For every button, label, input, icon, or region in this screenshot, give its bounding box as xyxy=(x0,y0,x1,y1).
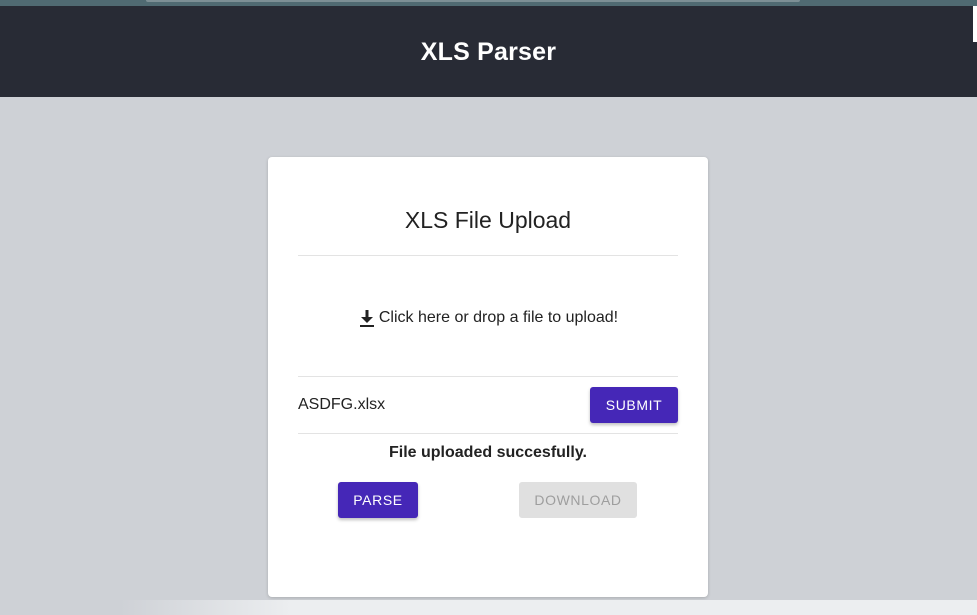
browser-tab-edge xyxy=(146,0,800,2)
divider xyxy=(298,433,678,434)
dropzone-label: Click here or drop a file to upload! xyxy=(378,309,619,326)
file-name: ASDFG.xlsx xyxy=(298,396,386,413)
bottom-shade xyxy=(120,600,977,615)
selected-file-row: ASDFG.xlsx SUBMIT xyxy=(298,377,678,433)
parse-button[interactable]: PARSE xyxy=(338,482,418,518)
status-message: File uploaded succesfully. xyxy=(389,444,587,461)
download-button[interactable]: DOWNLOAD xyxy=(519,482,637,518)
window-edge xyxy=(973,6,977,42)
divider xyxy=(298,255,678,256)
upload-card: XLS File Upload Click here or drop a fil… xyxy=(268,157,708,597)
submit-button[interactable]: SUBMIT xyxy=(590,387,678,423)
file-dropzone[interactable]: Click here or drop a file to upload! xyxy=(298,257,678,375)
app-header: XLS Parser xyxy=(0,6,977,97)
download-icon xyxy=(358,308,376,328)
dropzone-content: Click here or drop a file to upload! xyxy=(358,308,618,328)
app-title: XLS Parser xyxy=(420,38,557,66)
card-title: XLS File Upload xyxy=(404,207,572,233)
